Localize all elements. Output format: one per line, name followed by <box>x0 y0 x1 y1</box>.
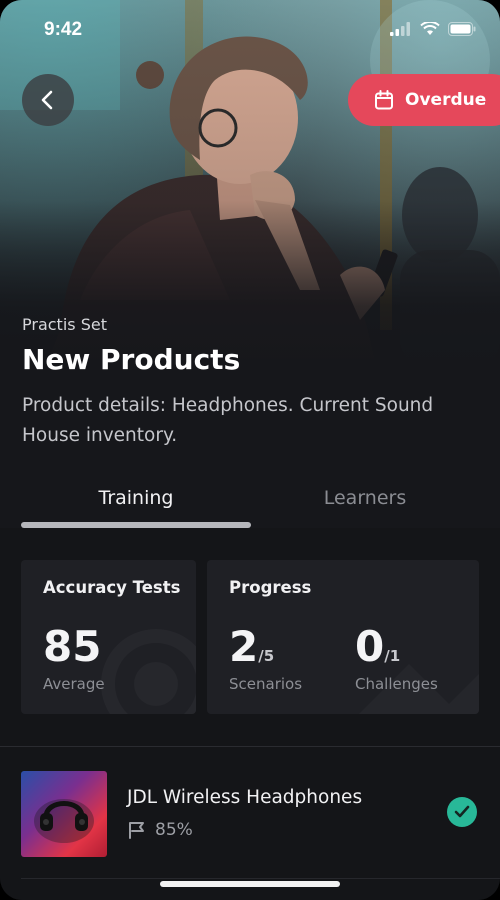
back-button[interactable] <box>22 74 74 126</box>
scenarios-total: /5 <box>258 647 275 665</box>
status-icons <box>390 22 476 36</box>
stats-section: Accuracy Tests 85 Average Progress 2/5 S… <box>0 528 500 746</box>
scenarios-value: 2 <box>229 622 259 671</box>
card-decoration-icon <box>359 664 479 714</box>
flag-icon <box>129 822 144 839</box>
status-bar: 9:42 <box>0 0 500 60</box>
card-decoration-icon <box>101 629 196 714</box>
headphones-icon <box>34 799 94 843</box>
scenario-list: JDL Wireless Headphones 85% <box>0 747 500 900</box>
tab-training[interactable]: Training <box>21 478 251 524</box>
challenges-label: Challenges <box>355 675 438 693</box>
wifi-icon <box>420 22 440 35</box>
tab-bar: Training Learners <box>0 478 500 528</box>
accuracy-card[interactable]: Accuracy Tests 85 Average <box>21 560 196 714</box>
overdue-label: Overdue <box>405 90 487 110</box>
challenges-total: /1 <box>384 647 401 665</box>
scenarios-value-group: 2/5 <box>229 622 274 671</box>
challenges-value: 0 <box>355 622 385 671</box>
set-description: Product details: Headphones. Current Sou… <box>22 395 434 446</box>
chevron-left-icon <box>41 90 53 110</box>
page-title: New Products <box>22 343 241 376</box>
tab-learners[interactable]: Learners <box>250 478 480 524</box>
progress-title: Progress <box>229 578 312 597</box>
list-divider <box>21 878 500 879</box>
overdue-badge[interactable]: Overdue <box>348 74 500 126</box>
item-title: JDL Wireless Headphones <box>127 787 363 808</box>
scenarios-label: Scenarios <box>229 675 303 693</box>
headphones-thumbnail <box>21 771 107 857</box>
list-item[interactable]: JDL Wireless Headphones 85% <box>0 747 500 879</box>
set-kicker: Practis Set <box>22 315 107 334</box>
item-score: 85% <box>155 820 193 840</box>
check-circle-icon <box>447 797 477 827</box>
item-score-row: 85% <box>127 820 193 840</box>
status-time: 9:42 <box>44 19 83 40</box>
checkmark-icon <box>454 805 470 818</box>
progress-card[interactable]: Progress 2/5 Scenarios 0/1 Challenges <box>207 560 479 714</box>
home-indicator[interactable] <box>160 881 340 887</box>
accuracy-title: Accuracy Tests <box>43 578 181 597</box>
app-screen: 9:42 Overdue Practis Set New Products Pr… <box>0 0 500 900</box>
challenges-value-group: 0/1 <box>355 622 400 671</box>
accuracy-value: 85 <box>43 622 102 671</box>
accuracy-label: Average <box>43 675 105 693</box>
battery-icon <box>448 22 476 36</box>
calendar-icon <box>375 90 393 110</box>
cellular-signal-icon <box>390 22 410 36</box>
